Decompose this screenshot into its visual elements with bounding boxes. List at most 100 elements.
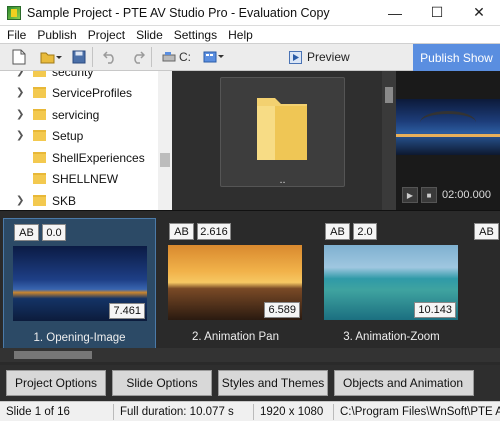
- expand-arrow-icon[interactable]: ❯: [16, 109, 28, 120]
- slide-list-scrollbar[interactable]: [0, 348, 500, 362]
- transition-time-badge[interactable]: 0.0: [42, 224, 66, 241]
- drive-icon: [162, 52, 176, 62]
- tree-item-label: security: [52, 71, 94, 79]
- file-browser: ..: [172, 71, 396, 210]
- preview-panel: ▶ ■ 02:00.000: [396, 71, 500, 210]
- transition-badge[interactable]: AB: [474, 223, 499, 240]
- expand-arrow-icon[interactable]: ❯: [16, 87, 28, 98]
- slide-duration[interactable]: 6.589: [264, 302, 300, 318]
- play-preview-icon: [289, 50, 302, 64]
- menu-slide[interactable]: Slide: [131, 28, 169, 42]
- transition-time-badge[interactable]: 2.616: [197, 223, 231, 240]
- folder-icon: [33, 173, 46, 184]
- stop-icon[interactable]: ■: [421, 187, 437, 203]
- expand-arrow-icon[interactable]: ❯: [16, 195, 28, 206]
- tree-item-label: SHELLNEW: [52, 171, 119, 186]
- slide-label: 2. Animation Pan: [192, 331, 279, 343]
- tree-item-label: servicing: [52, 107, 100, 122]
- tree-item[interactable]: ❯ security: [0, 71, 158, 82]
- close-button[interactable]: ✕: [458, 0, 500, 26]
- toolbar-separator: [151, 47, 152, 67]
- transition-badge[interactable]: AB: [14, 224, 39, 241]
- play-icon[interactable]: ▶: [402, 187, 418, 203]
- open-folder-icon[interactable]: [40, 46, 62, 68]
- minimize-button[interactable]: —: [374, 0, 416, 26]
- tree-item-label: SKB: [52, 193, 77, 208]
- parent-folder-label: ..: [279, 174, 286, 186]
- status-duration: Full duration: 10.077 s: [114, 403, 254, 420]
- menu-project[interactable]: Project: [83, 28, 131, 42]
- slide-thumbnail: 10.143: [324, 245, 458, 320]
- tree-item[interactable]: ❯ SKB: [0, 190, 158, 210]
- slide-item[interactable]: AB 2.616 6.589 2. Animation Pan: [159, 218, 312, 356]
- project-options-button[interactable]: Project Options: [6, 370, 106, 396]
- new-file-icon[interactable]: [12, 46, 26, 68]
- status-bar: Slide 1 of 16 Full duration: 10.077 s 19…: [0, 401, 500, 421]
- app-icon: [7, 5, 21, 20]
- title-bar: Sample Project - PTE AV Studio Pro - Eva…: [0, 0, 500, 26]
- save-icon[interactable]: [72, 46, 86, 68]
- tree-item-label: ShellExperiences: [52, 150, 145, 165]
- drive-label: C:: [179, 50, 191, 64]
- files-scrollbar-thumb[interactable]: [385, 87, 393, 103]
- transition-time-badge[interactable]: 2.0: [353, 223, 377, 240]
- tree-item[interactable]: ShellExperiences: [0, 147, 158, 168]
- transition-badge[interactable]: AB: [325, 223, 350, 240]
- objects-and-animation-button[interactable]: Objects and Animation: [334, 370, 474, 396]
- tree-item[interactable]: ❯ Setup: [0, 125, 158, 146]
- toolbar-separator: [92, 47, 93, 67]
- player-time: 02:00.000: [442, 189, 491, 201]
- slide-duration[interactable]: 10.143: [414, 302, 456, 318]
- slide-label: 3. Animation-Zoom: [343, 331, 440, 343]
- menu-bar: File Publish Project Slide Settings Help: [0, 26, 500, 44]
- menu-publish[interactable]: Publish: [32, 28, 82, 42]
- folder-tree: ❯ security ❯ ServiceProfiles ❯ servicing…: [0, 71, 172, 210]
- slide-thumbnail: 7.461: [13, 246, 147, 321]
- menu-help[interactable]: Help: [223, 28, 259, 42]
- parent-folder-tile[interactable]: ..: [220, 77, 345, 187]
- tree-item-label: ServiceProfiles: [52, 85, 133, 100]
- transition-badge[interactable]: AB: [169, 223, 194, 240]
- slide-list: AB 0.0 7.461 1. Opening-Image AB 2.616 6…: [0, 210, 500, 365]
- folder-icon: [33, 130, 46, 141]
- preview-image: [396, 99, 500, 155]
- expand-arrow-icon[interactable]: ❯: [16, 130, 28, 141]
- tree-item[interactable]: SHELLNEW: [0, 168, 158, 189]
- status-slide: Slide 1 of 16: [0, 403, 114, 420]
- redo-icon[interactable]: [131, 46, 145, 68]
- tree-scrollbar[interactable]: [158, 71, 172, 210]
- folder-icon: [33, 109, 46, 120]
- slide-duration[interactable]: 7.461: [109, 303, 145, 319]
- slide-options-button[interactable]: Slide Options: [112, 370, 212, 396]
- status-path: C:\Program Files\WnSoft\PTE AV: [340, 405, 500, 418]
- folder-icon: [33, 195, 46, 206]
- folder-icon: [33, 87, 46, 98]
- slide-item[interactable]: AB 0.0 7.461 1. Opening-Image: [3, 218, 156, 356]
- window-title: Sample Project - PTE AV Studio Pro - Eva…: [27, 5, 330, 20]
- preview-label: Preview: [307, 50, 350, 64]
- folder-icon: [33, 152, 46, 163]
- tree-item[interactable]: ❯ servicing: [0, 104, 158, 125]
- styles-and-themes-button[interactable]: Styles and Themes: [218, 370, 328, 396]
- menu-settings[interactable]: Settings: [169, 28, 223, 42]
- undo-icon[interactable]: [103, 46, 117, 68]
- folder-icon: [257, 98, 307, 160]
- slide-item[interactable]: AB: [471, 218, 500, 356]
- toolbar: C: Preview Publish Show: [0, 44, 500, 71]
- menu-file[interactable]: File: [2, 28, 32, 42]
- view-mode-icon[interactable]: [203, 46, 225, 68]
- slide-item[interactable]: AB 2.0 10.143 3. Animation-Zoom: [315, 218, 468, 356]
- slide-list-scrollbar-thumb[interactable]: [14, 351, 92, 359]
- maximize-button[interactable]: ☐: [416, 0, 458, 26]
- drive-selector[interactable]: C:: [162, 46, 191, 68]
- expand-arrow-icon[interactable]: ❯: [16, 71, 28, 77]
- folder-icon: [33, 71, 46, 77]
- publish-show-button[interactable]: Publish Show: [413, 44, 500, 71]
- tree-item[interactable]: ❯ ServiceProfiles: [0, 82, 158, 103]
- preview-button[interactable]: Preview: [289, 50, 350, 64]
- player-controls: ▶ ■ 02:00.000: [396, 184, 500, 206]
- tree-scrollbar-thumb[interactable]: [160, 153, 170, 167]
- status-resolution: 1920 x 1080: [254, 403, 334, 420]
- bottom-button-bar: Project Options Slide Options Styles and…: [0, 365, 500, 401]
- files-scrollbar[interactable]: [382, 71, 396, 210]
